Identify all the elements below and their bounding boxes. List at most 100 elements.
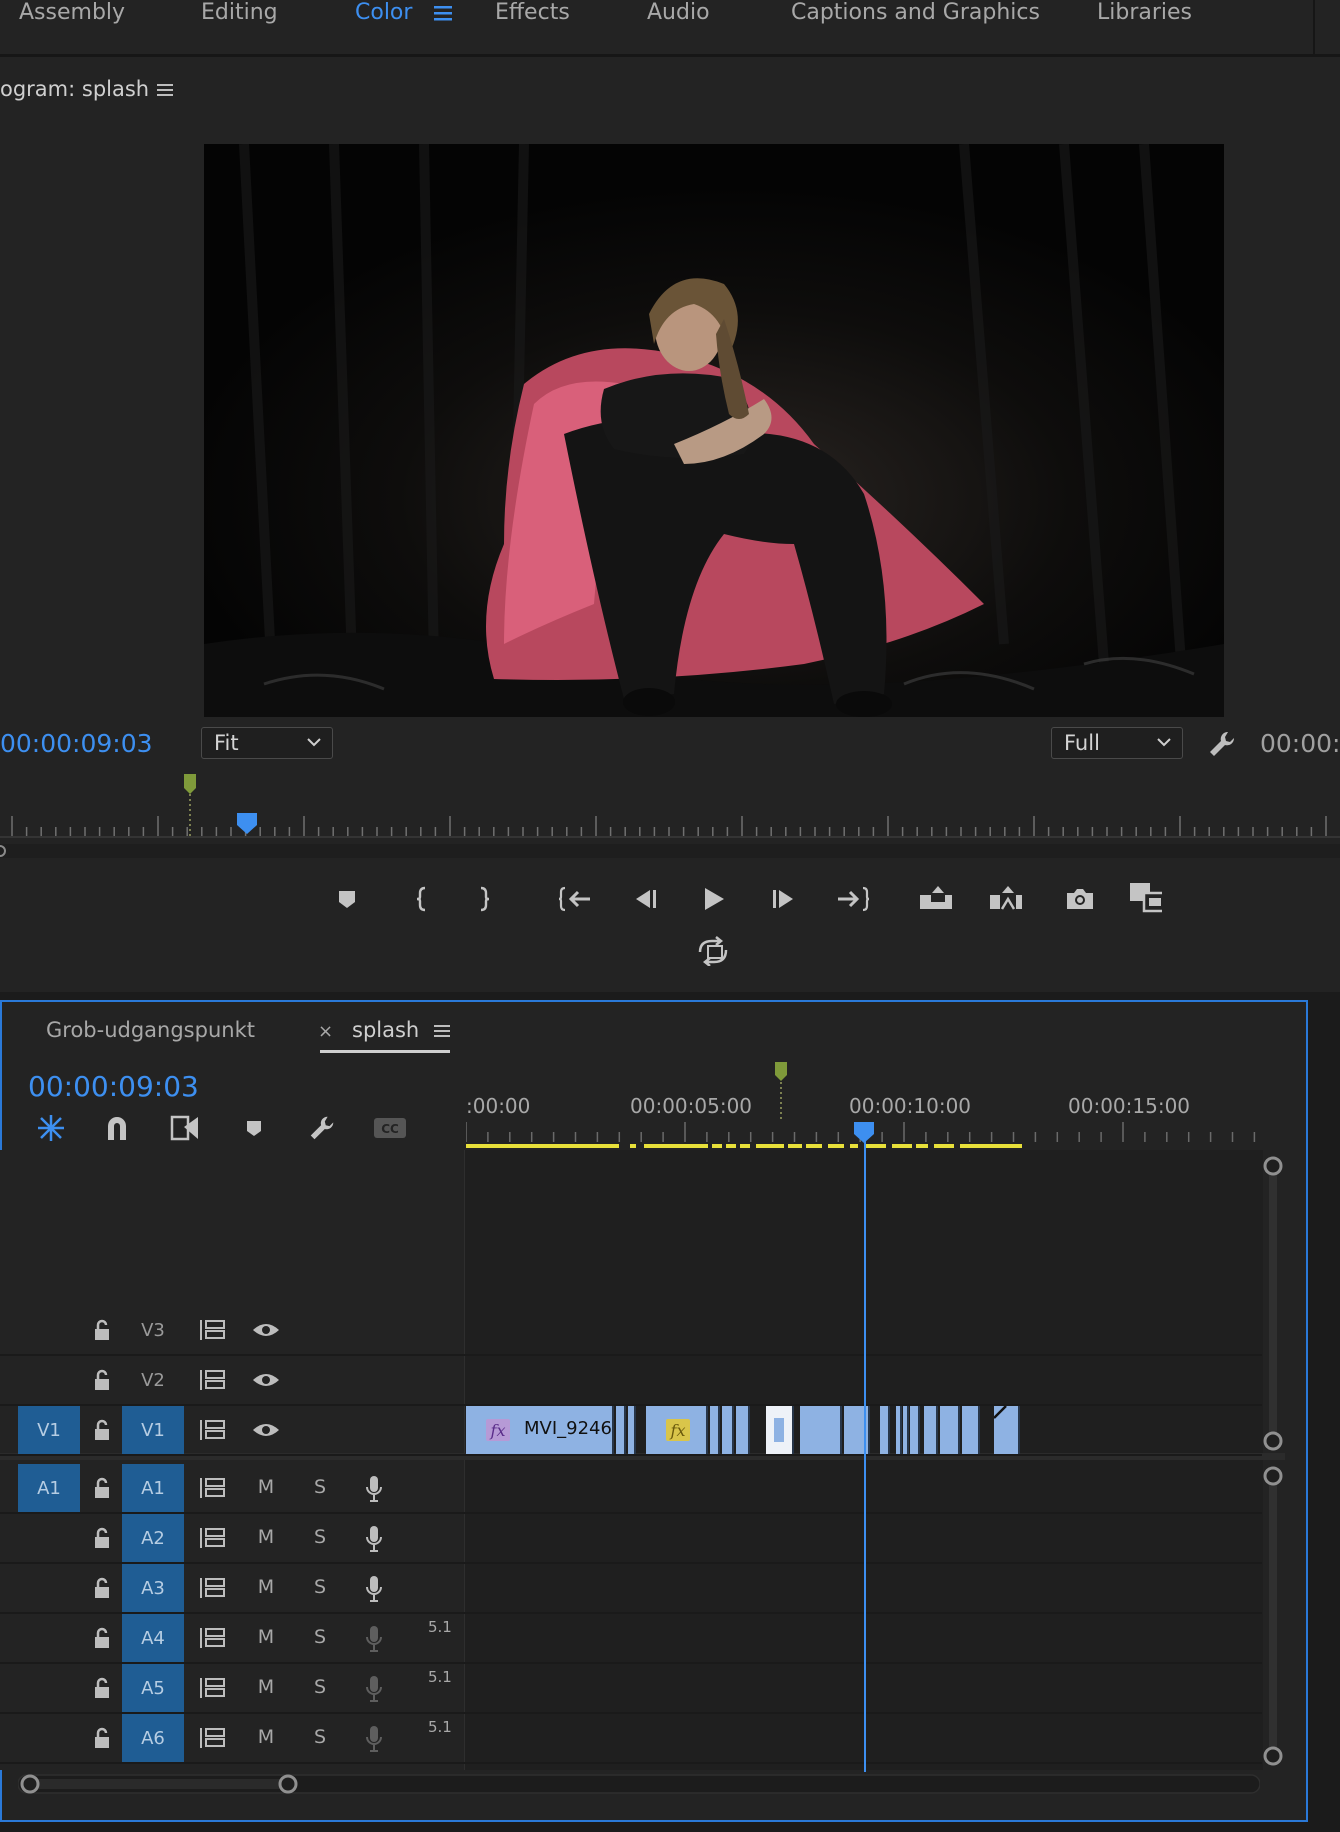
sequence-tab-grob-udgangspunkt[interactable]: Grob-udgangspunkt [46,1018,255,1042]
workspace-tab-editing[interactable]: Editing [201,0,278,30]
step-forward-button[interactable] [769,882,803,916]
captions-track-options-button[interactable]: CC [373,1111,407,1145]
solo-button[interactable]: S [308,1526,332,1548]
linked-selection-toggle[interactable] [169,1111,203,1145]
video-clip-selected[interactable] [766,1406,794,1454]
solo-button[interactable]: S [308,1726,332,1748]
track-name-a5[interactable]: A5 [122,1664,184,1712]
sync-lock-icon[interactable] [200,1528,226,1548]
sync-lock-icon[interactable] [200,1478,226,1498]
sync-lock-icon[interactable] [200,1728,226,1748]
timeline-playhead-timecode[interactable]: 00:00:09:03 [28,1070,199,1103]
add-marker-timeline-button[interactable] [237,1111,271,1145]
microphone-icon[interactable] [364,1724,384,1754]
lock-icon[interactable] [92,1677,112,1699]
eye-icon[interactable] [252,1371,280,1389]
sync-lock-icon[interactable] [200,1420,226,1440]
lock-icon[interactable] [92,1727,112,1749]
workspace-tab-assembly[interactable]: Assembly [19,0,125,30]
playback-resolution-dropdown[interactable]: Full [1051,727,1183,759]
video-clip[interactable] [910,1406,920,1454]
microphone-icon[interactable] [364,1524,384,1554]
workspace-tab-effects[interactable]: Effects [495,0,570,30]
track-name-a1[interactable]: A1 [122,1464,184,1512]
lock-icon[interactable] [92,1319,112,1341]
video-clip[interactable] [844,1406,870,1454]
sequence-tab-splash[interactable]: splash [352,1018,419,1042]
sync-lock-icon[interactable] [200,1628,226,1648]
video-clip[interactable] [800,1406,842,1454]
solo-button[interactable]: S [308,1626,332,1648]
comparison-view-button[interactable] [1128,880,1162,914]
microphone-icon[interactable] [364,1474,384,1504]
mute-button[interactable]: M [254,1726,278,1748]
video-clip[interactable] [722,1406,734,1454]
nest-sequences-toggle[interactable] [34,1111,68,1145]
workspace-tab-audio[interactable]: Audio [647,0,710,30]
lock-icon[interactable] [92,1627,112,1649]
lock-icon[interactable] [92,1527,112,1549]
mute-button[interactable]: M [254,1676,278,1698]
microphone-icon[interactable] [364,1674,384,1704]
video-clip[interactable] [924,1406,938,1454]
sync-lock-icon[interactable] [200,1320,226,1340]
workspace-tab-color[interactable]: Color [355,0,412,30]
mark-out-button[interactable] [467,882,501,916]
timeline-time-ruler[interactable] [466,1056,1266,1150]
sync-lock-icon[interactable] [200,1578,226,1598]
program-monitor-title[interactable]: ogram: splash [0,77,149,101]
extract-button[interactable] [988,880,1022,914]
timeline-playhead-line[interactable] [864,1140,866,1772]
mute-button[interactable]: M [254,1626,278,1648]
workspace-tab-libraries[interactable]: Libraries [1097,0,1192,30]
track-name-v1[interactable]: V1 [122,1406,184,1454]
lock-icon[interactable] [92,1419,112,1441]
zoom-level-dropdown[interactable]: Fit [201,727,333,759]
eye-icon[interactable] [252,1321,280,1339]
play-button[interactable] [696,882,730,916]
lift-button[interactable] [918,880,952,914]
video-clip[interactable] [994,1406,1020,1454]
snap-toggle[interactable] [100,1111,134,1145]
vertical-zoom-scrollbar[interactable] [1262,1150,1284,1770]
mark-in-button[interactable] [405,882,439,916]
video-clip[interactable] [710,1406,720,1454]
loop-playback-button[interactable] [696,934,730,968]
solo-button[interactable]: S [308,1476,332,1498]
microphone-icon[interactable] [364,1574,384,1604]
lock-icon[interactable] [92,1477,112,1499]
microphone-icon[interactable] [364,1624,384,1654]
mute-button[interactable]: M [254,1576,278,1598]
program-video-frame[interactable] [204,144,1224,717]
video-clip[interactable] [896,1406,902,1454]
source-patch-a1[interactable]: A1 [18,1464,80,1512]
panel-menu-icon[interactable] [434,1024,450,1038]
program-time-ruler[interactable] [0,770,1340,864]
sync-lock-icon[interactable] [200,1678,226,1698]
solo-button[interactable]: S [308,1676,332,1698]
close-tab-icon[interactable]: × [318,1021,333,1042]
export-frame-button[interactable] [1063,882,1097,916]
horizontal-zoom-scrollbar[interactable] [18,1772,1260,1796]
track-name-v2[interactable]: V2 [122,1356,184,1404]
video-clip[interactable] [962,1406,980,1454]
video-clip[interactable]: fx MVI_9246 [466,1406,614,1454]
video-clip[interactable] [628,1406,636,1454]
workspace-tab-captions-and-graphics[interactable]: Captions and Graphics [791,0,1040,30]
source-patch-v1[interactable]: V1 [18,1406,80,1454]
lock-icon[interactable] [92,1369,112,1391]
lock-icon[interactable] [92,1577,112,1599]
go-to-out-button[interactable] [836,882,870,916]
solo-button[interactable]: S [308,1576,332,1598]
program-playhead-timecode[interactable]: 00:00:09:03 [0,729,153,758]
timeline-settings-button[interactable] [305,1111,339,1145]
panel-menu-icon[interactable] [157,83,173,97]
workspace-menu-icon[interactable] [434,5,452,21]
mute-button[interactable]: M [254,1526,278,1548]
step-back-button[interactable] [626,882,660,916]
add-marker-button[interactable] [330,882,364,916]
monitor-settings-wrench-icon[interactable] [1206,728,1238,760]
video-clip[interactable] [616,1406,626,1454]
go-to-in-button[interactable] [558,882,592,916]
eye-icon[interactable] [252,1421,280,1439]
